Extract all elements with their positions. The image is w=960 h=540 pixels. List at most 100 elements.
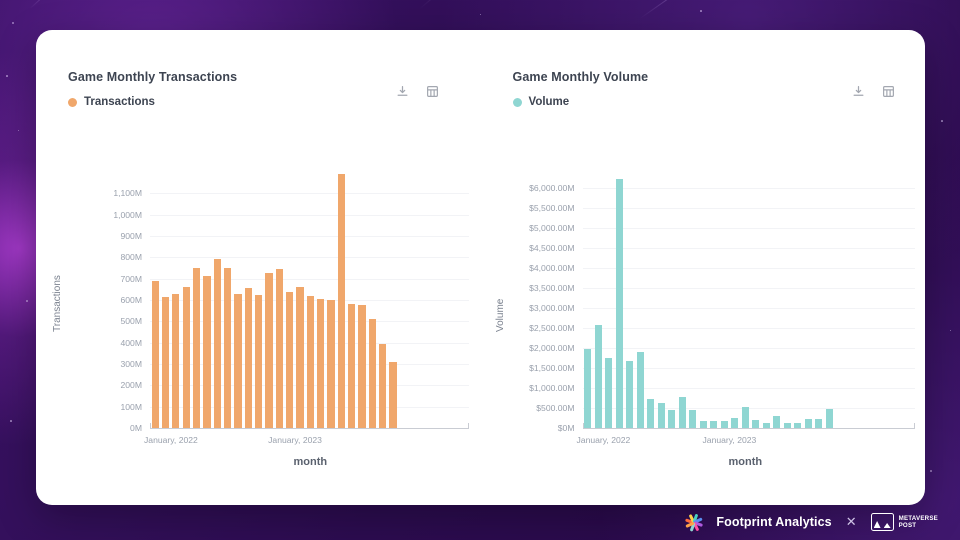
background-spark [26, 300, 28, 302]
y-axis-tick-label: $0M [557, 423, 575, 433]
bar[interactable] [265, 272, 273, 428]
metaverse-post-line1: METAVERSE [898, 514, 938, 522]
y-axis-tick-label: 200M [120, 380, 143, 391]
bar[interactable] [668, 409, 676, 428]
bar[interactable] [741, 407, 749, 428]
bar[interactable] [192, 268, 201, 428]
y-axis-tick-label: $500.00M [536, 403, 575, 413]
bar[interactable] [234, 294, 242, 428]
bar[interactable] [286, 291, 294, 428]
bar[interactable] [358, 305, 366, 428]
footer-branding: Footprint Analytics ✕ METAVERSE POST [0, 504, 960, 540]
bar[interactable] [815, 419, 823, 428]
background-spark [10, 420, 12, 422]
chart-toolbar-volume [852, 85, 895, 98]
background-streak [639, 0, 715, 19]
bar[interactable] [254, 295, 263, 428]
legend-swatch-volume [512, 97, 522, 107]
download-icon[interactable] [396, 85, 409, 98]
chart-panel-transactions: Game Monthly Transactions Transactions 0… [36, 30, 481, 505]
gridline [150, 236, 469, 237]
table-icon[interactable] [426, 85, 439, 98]
bar[interactable] [626, 360, 634, 428]
gridline [582, 208, 915, 209]
gridline [582, 308, 915, 309]
background-spark [480, 14, 482, 16]
x-axis-title: month [728, 456, 763, 468]
bar[interactable] [213, 258, 221, 428]
bar[interactable] [275, 269, 283, 428]
y-axis-tick-label: 400M [120, 337, 143, 348]
background-streak [29, 0, 68, 9]
bar[interactable] [615, 179, 623, 428]
y-axis-tick-label: $1,000.00M [529, 383, 575, 393]
bar[interactable] [161, 296, 170, 428]
metaverse-post-logo: METAVERSE POST [870, 513, 938, 531]
y-axis-tick-label: $4,500.00M [529, 243, 575, 253]
bar[interactable] [368, 318, 376, 428]
bar[interactable] [306, 296, 314, 428]
bar[interactable] [731, 418, 739, 428]
bar[interactable] [752, 420, 760, 428]
bar[interactable] [647, 398, 655, 428]
bar[interactable] [244, 288, 252, 428]
bar[interactable] [203, 275, 211, 428]
bar[interactable] [762, 422, 770, 428]
download-icon[interactable] [852, 85, 865, 98]
bar[interactable] [389, 361, 397, 428]
gridline [582, 348, 915, 349]
bar[interactable] [605, 357, 613, 428]
axis-end-cap [914, 423, 915, 428]
background-spark [941, 120, 943, 122]
table-icon[interactable] [882, 85, 895, 98]
bar[interactable] [699, 420, 707, 428]
y-axis-tick-label: 300M [120, 359, 143, 369]
bar[interactable] [783, 423, 791, 428]
bar[interactable] [825, 409, 833, 428]
bar[interactable] [710, 421, 718, 428]
chart-header-volume: Game Monthly Volume Volume [512, 70, 906, 108]
bar[interactable] [379, 344, 387, 428]
bar[interactable] [720, 420, 728, 428]
background-streak [559, 0, 714, 1]
bar[interactable] [223, 268, 232, 428]
bar[interactable] [182, 286, 190, 428]
y-axis-tick-label: 0M [130, 423, 142, 433]
y-axis-tick-label: 100M [120, 401, 143, 412]
bar[interactable] [151, 280, 159, 428]
gridline [582, 328, 915, 329]
chart-legend-volume: Volume [512, 96, 906, 108]
y-axis-tick-label: $6,000.00M [529, 183, 575, 193]
metaverse-post-mark-icon [870, 513, 894, 531]
bar[interactable] [657, 403, 665, 428]
legend-swatch-transactions [68, 97, 77, 107]
bar[interactable] [317, 298, 325, 428]
x-axis-tick-label: January, 2023 [268, 435, 322, 445]
bar[interactable] [678, 396, 686, 428]
bar[interactable] [689, 409, 697, 428]
background-streak [419, 0, 513, 9]
bar[interactable] [636, 352, 644, 428]
chart-title-volume: Game Monthly Volume [512, 70, 649, 84]
y-axis-tick-label: 1,000M [113, 209, 142, 220]
legend-label-transactions: Transactions [84, 96, 155, 108]
bar[interactable] [172, 294, 180, 428]
y-axis-tick-label: $5,500.00M [529, 203, 575, 213]
bar[interactable] [794, 423, 802, 428]
chart-title-transactions: Game Monthly Transactions [68, 70, 238, 84]
bar[interactable] [594, 324, 602, 428]
bar[interactable] [348, 303, 356, 428]
bar[interactable] [337, 174, 345, 428]
dashboard-card: Game Monthly Transactions Transactions 0… [36, 30, 925, 505]
y-axis-tick-label: $4,000.00M [529, 263, 575, 273]
x-axis-title: month [293, 456, 328, 468]
bar[interactable] [804, 419, 812, 428]
bar[interactable] [584, 348, 592, 428]
bar[interactable] [327, 300, 335, 428]
axis-end-cap [467, 423, 469, 428]
bar[interactable] [773, 415, 781, 428]
gridline [582, 188, 915, 189]
chart-panel-volume: Game Monthly Volume Volume $0M $500.00M $1… [481, 30, 926, 505]
bar[interactable] [296, 286, 304, 428]
metaverse-post-line2: POST [898, 522, 917, 529]
